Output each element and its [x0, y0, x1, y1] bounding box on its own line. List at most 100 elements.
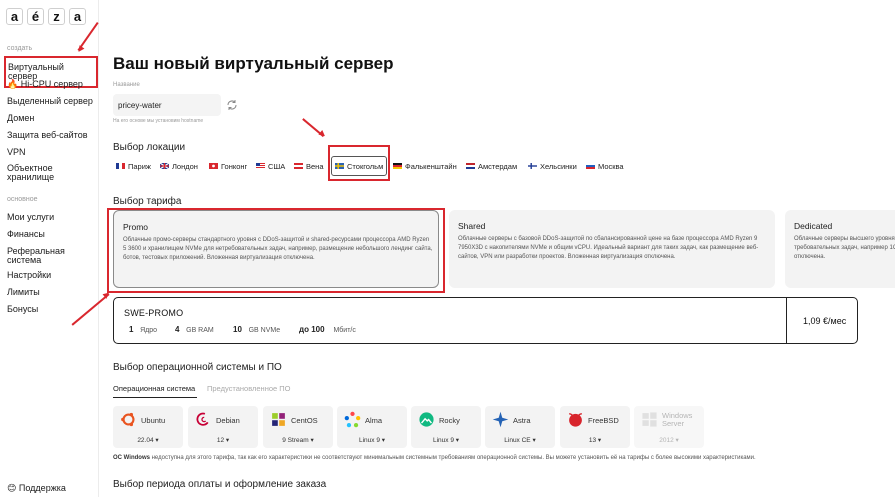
location-section-title: Выбор локации: [113, 142, 186, 153]
tariff-name: Promo: [123, 222, 149, 232]
os-card-alma[interactable]: Alma Linux 9 ▾: [337, 406, 407, 448]
location-vienna[interactable]: Вена: [294, 156, 324, 176]
france-flag-icon: [116, 163, 125, 169]
sidebar-item-hicpu[interactable]: 🔥 Hi-CPU сервер: [7, 80, 83, 89]
os-version-select[interactable]: 9 Stream ▾: [263, 436, 333, 444]
os-name: FreeBSD: [588, 416, 619, 425]
plan-cpu-unit: Ядро: [140, 327, 158, 334]
os-name: Alma: [365, 416, 383, 425]
os-name: CentOS: [291, 416, 318, 425]
server-name-input[interactable]: [113, 94, 221, 116]
ubuntu-logo-icon: [121, 412, 135, 427]
sidebar-item-finance[interactable]: Финансы: [7, 230, 45, 239]
caret-down-icon: ▾: [597, 437, 602, 444]
os-card-debian[interactable]: Debian 12 ▾: [188, 406, 258, 448]
os-card-rocky[interactable]: Rocky Linux 9 ▾: [411, 406, 481, 448]
rocky-logo-icon: [419, 412, 434, 427]
fire-icon: 🔥: [7, 79, 19, 89]
sidebar-item-object-storage[interactable]: Объектное хранилище: [7, 164, 67, 182]
caret-down-icon: ▾: [225, 437, 230, 444]
plan-ram-value: 4: [175, 325, 180, 334]
os-name: Debian: [216, 416, 240, 425]
location-falkenstein[interactable]: Фалькенштайн: [393, 156, 457, 176]
sweden-flag-icon: [335, 163, 344, 169]
tab-operating-system[interactable]: Операционная система: [113, 384, 195, 393]
refresh-icon[interactable]: [226, 99, 238, 111]
plan-summary-card[interactable]: SWE-PROMO 1 Ядро 4 GB RAM 10 GB NVMe до …: [113, 297, 858, 344]
location-stockholm[interactable]: Стокгольм: [331, 156, 388, 176]
finland-flag-icon: [528, 163, 537, 169]
smile-icon: 😊: [7, 483, 17, 493]
logo-letter: z: [48, 8, 65, 25]
os-card-ubuntu[interactable]: Ubuntu 22.04 ▾: [113, 406, 183, 448]
sidebar-item-my-services[interactable]: Мои услуги: [7, 213, 54, 222]
plan-net-unit: Мбит/с: [333, 327, 356, 334]
sidebar-item-bonuses[interactable]: Бонусы: [7, 305, 38, 314]
location-label: США: [268, 161, 286, 171]
caret-down-icon: ▾: [381, 437, 386, 444]
freebsd-logo-icon: [569, 413, 582, 427]
os-version: Linux 9: [432, 437, 454, 444]
uk-flag-icon: [160, 163, 169, 169]
sidebar-section-main: основное: [7, 196, 38, 203]
location-label: Гонконг: [221, 161, 248, 171]
location-amsterdam[interactable]: Амстердам: [466, 156, 517, 176]
os-version: 2012: [659, 437, 674, 444]
sidebar-item-referral[interactable]: Реферальная система: [7, 247, 67, 265]
windows-logo-icon: [642, 412, 657, 427]
divider: [786, 298, 787, 343]
plan-cpu: 1 Ядро: [129, 325, 157, 334]
os-name: Rocky: [439, 416, 460, 425]
os-version-select[interactable]: 12 ▾: [188, 436, 258, 444]
location-hong-kong[interactable]: Гонконг: [209, 156, 247, 176]
os-version-select[interactable]: 22.04 ▾: [113, 436, 183, 444]
tariff-card-dedicated[interactable]: Dedicated Облачные серверы высшего уровн…: [785, 210, 895, 288]
support-label: Поддержка: [18, 483, 66, 493]
os-note-text: недоступна для этого тарифа, так как его…: [149, 455, 756, 461]
os-card-centos[interactable]: CentOS 9 Stream ▾: [263, 406, 333, 448]
netherlands-flag-icon: [466, 163, 475, 169]
tab-preinstalled-software[interactable]: Предустановленное ПО: [207, 384, 291, 393]
astra-logo-icon: [492, 411, 509, 428]
location-london[interactable]: Лондон: [160, 156, 198, 176]
location-label: Москва: [598, 161, 624, 171]
sidebar-item-limits[interactable]: Лимиты: [7, 288, 40, 297]
os-version: 22.04: [137, 437, 154, 444]
sidebar-item-vpn[interactable]: VPN: [7, 148, 26, 157]
caret-down-icon: ▾: [675, 437, 679, 444]
os-card-astra[interactable]: Astra Linux CE ▾: [485, 406, 555, 448]
plan-disk-unit: GB NVMe: [248, 327, 281, 334]
centos-logo-icon: [272, 413, 285, 426]
os-version-select[interactable]: 13 ▾: [560, 436, 630, 444]
plan-ram-unit: GB RAM: [186, 327, 214, 334]
tariff-card-shared[interactable]: Shared Облачные серверы с базовой DDoS-з…: [449, 210, 775, 288]
sidebar-item-dedicated[interactable]: Выделенный сервер: [7, 97, 93, 106]
sidebar-section-create: создать: [7, 45, 33, 52]
sidebar-item-settings[interactable]: Настройки: [7, 271, 51, 280]
support-button[interactable]: 😊 Поддержка: [7, 484, 66, 493]
location-paris[interactable]: Париж: [116, 156, 151, 176]
tariff-description: Облачные серверы с базовой DDoS-защитой …: [458, 236, 759, 260]
tariff-card-promo[interactable]: Promo Облачные промо-серверы стандартног…: [113, 210, 439, 288]
name-label: Название: [113, 82, 140, 88]
location-label: Фалькенштайн: [405, 161, 457, 171]
austria-flag-icon: [294, 163, 303, 169]
sidebar-item-web-protection[interactable]: Защита веб-сайтов: [7, 131, 87, 140]
location-label: Лондон: [172, 161, 198, 171]
logo[interactable]: a é z a: [6, 8, 86, 25]
location-usa[interactable]: США: [256, 156, 285, 176]
os-version-select[interactable]: Linux 9 ▾: [411, 436, 481, 444]
os-name: Windows Server: [662, 411, 693, 428]
sidebar-item-domain[interactable]: Домен: [7, 114, 34, 123]
os-version-select[interactable]: Linux CE ▾: [485, 436, 555, 444]
tariff-description: Облачные серверы высшего уровня с выделе…: [794, 236, 895, 260]
main-content: Ваш новый виртуальный сервер Название На…: [107, 0, 895, 497]
plan-price: 1,09 €/мес: [803, 316, 847, 326]
location-helsinki[interactable]: Хельсинки: [528, 156, 577, 176]
plan-cpu-value: 1: [129, 325, 134, 334]
os-card-freebsd[interactable]: FreeBSD 13 ▾: [560, 406, 630, 448]
location-moscow[interactable]: Москва: [586, 156, 624, 176]
tariff-description: Облачные промо-серверы стандартного уров…: [123, 237, 433, 261]
location-label: Вена: [306, 161, 324, 171]
os-version-select[interactable]: Linux 9 ▾: [337, 436, 407, 444]
